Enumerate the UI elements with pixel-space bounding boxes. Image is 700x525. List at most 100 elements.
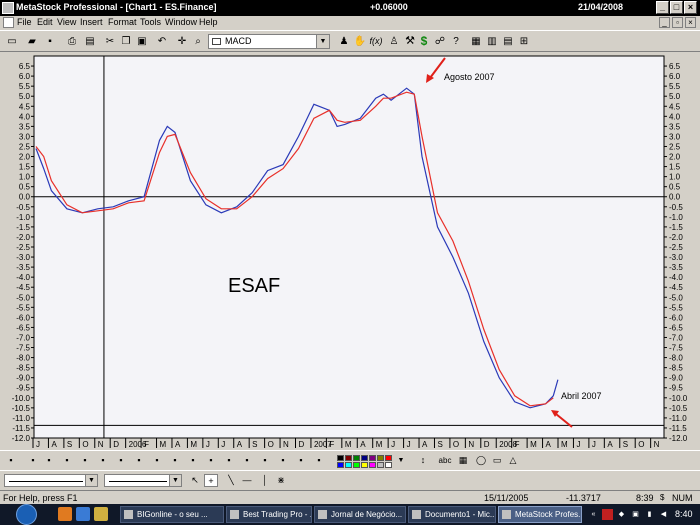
horizontal-line-icon[interactable]: — [240,474,254,487]
copy-icon[interactable]: ❐ [118,34,134,49]
pointer-icon[interactable]: ↖ [188,474,202,487]
chart-tool-2-icon[interactable]: ▪ [26,454,40,467]
network-icon[interactable]: ▣ [630,509,641,520]
save-icon[interactable]: ▪ [42,34,58,49]
chart-tool-icon[interactable]: ▪ [4,454,18,467]
menu-help[interactable]: Help [199,17,218,27]
task-jornal[interactable]: Jornal de Negócio... [314,506,406,523]
explorer-icon[interactable]: ✋ [352,34,368,49]
y-tick-label: -10.5 [12,404,31,413]
x-tick-label: D [484,440,490,449]
system-tester-icon[interactable]: ♙ [386,34,402,49]
print-icon[interactable]: ⎙ [64,34,80,49]
tray-app-icon[interactable]: ◆ [616,509,627,520]
palette-chevron-down-icon[interactable]: ▼ [394,454,408,467]
maximize-button[interactable]: □ [670,1,683,14]
chart-tool-8-icon[interactable]: ▪ [132,454,146,467]
menu-file[interactable]: File [17,17,32,27]
mdi-close-button[interactable]: × [685,17,696,28]
macd-chart[interactable]: 6.56.05.55.04.54.03.53.02.52.01.51.00.50… [0,52,700,450]
chart-tool-11-icon[interactable]: ▪ [186,454,200,467]
triangle-tool-icon[interactable]: △ [506,454,520,467]
print-preview-icon[interactable]: ▤ [82,34,98,49]
task-app-icon [318,510,327,519]
undo-icon[interactable]: ↶ [154,34,170,49]
window-cascade-icon[interactable]: ▦ [468,34,484,49]
tray-chevron-icon[interactable]: « [588,509,599,520]
indicator-builder-icon[interactable]: f(x) [368,34,384,49]
menu-view[interactable]: View [57,17,76,27]
minimize-button[interactable]: _ [656,1,669,14]
chart-tool-12-icon[interactable]: ▪ [204,454,218,467]
folder-icon[interactable] [94,507,108,521]
help-pointer-icon[interactable]: ? [448,34,464,49]
expert-advisor-icon[interactable]: ♟ [336,34,352,49]
ellipse-tool-icon[interactable]: ◯ [474,454,488,467]
window-grid-icon[interactable]: ⊞ [516,34,532,49]
close-button[interactable]: × [684,1,697,14]
line-style-select[interactable]: ▼ [4,474,98,487]
start-button[interactable] [12,504,44,525]
crosshair-tool-icon[interactable]: + [204,474,218,487]
ie-icon[interactable] [76,507,90,521]
document-icon[interactable] [3,17,14,28]
ati-tray-icon[interactable] [602,509,613,520]
new-icon[interactable]: ▭ [4,34,20,49]
chart-tool-15-icon[interactable]: ▪ [258,454,272,467]
chart-tool-5-icon[interactable]: ▪ [78,454,92,467]
line-weight-chevron-down-icon[interactable]: ▼ [169,475,181,486]
chart-tool-13-icon[interactable]: ▪ [222,454,236,467]
power-icon[interactable]: ▮ [644,509,655,520]
chart-tool-9-icon[interactable]: ▪ [150,454,164,467]
chart-tool-3-icon[interactable]: ▪ [42,454,56,467]
chart-tool-4-icon[interactable]: ▪ [60,454,74,467]
grid-tool-icon[interactable]: ▦ [456,454,470,467]
chart-tool-14-icon[interactable]: ▪ [240,454,254,467]
line-style-chevron-down-icon[interactable]: ▼ [85,475,97,486]
open-folder-icon[interactable]: ▰ [24,34,40,49]
menu-tools[interactable]: Tools [140,17,161,27]
dollar-icon[interactable]: $ [416,34,432,49]
menu-edit[interactable]: Edit [37,17,53,27]
y-axis-right: 6.56.05.55.04.54.03.53.02.5 2.01.51.00.50… [664,62,688,443]
text-tool-icon[interactable]: abc [436,454,454,467]
app-icon[interactable] [2,2,14,14]
spin-icon[interactable]: ↕ [416,454,430,467]
task-metastock[interactable]: MetaStock Profes... [498,506,582,523]
menu-insert[interactable]: Insert [80,17,103,27]
task-bigonline[interactable]: BIGonline - o seu ... [120,506,224,523]
trendline-icon[interactable]: ╲ [224,474,238,487]
window-tile-icon[interactable]: ▥ [484,34,500,49]
x-tick-label: M [530,440,537,449]
indicator-select-value: MACD [225,36,252,46]
paste-icon[interactable]: ▣ [134,34,150,49]
window-horizontal-icon[interactable]: ▤ [500,34,516,49]
volume-icon[interactable]: ◀ [658,509,669,520]
task-best-trading[interactable]: Best Trading Pro - ... [226,506,312,523]
chart-tool-6-icon[interactable]: ▪ [96,454,110,467]
menu-window[interactable]: Window [165,17,197,27]
y-tick-label: -6.0 [16,313,30,322]
task-documento1[interactable]: Documento1 - Mic... [408,506,496,523]
rectangle-tool-icon[interactable]: ▭ [490,454,504,467]
chart-tool-7-icon[interactable]: ▪ [114,454,128,467]
mdi-minimize-button[interactable]: _ [659,17,670,28]
chart-tool-17-icon[interactable]: ▪ [294,454,308,467]
chevron-down-icon[interactable]: ▼ [316,35,329,48]
vertical-line-icon[interactable]: │ [258,474,272,487]
zoom-icon[interactable]: ⌕ [190,34,206,49]
chart-tool-16-icon[interactable]: ▪ [276,454,290,467]
menu-format[interactable]: Format [108,17,137,27]
line-weight-select[interactable]: ▼ [104,474,182,487]
binoculars-icon[interactable]: ☍ [432,34,448,49]
mdi-restore-button[interactable]: ▫ [672,17,683,28]
status-date: 15/11/2005 [484,493,529,503]
cycle-lines-icon[interactable]: ⋇ [274,474,288,487]
firefox-icon[interactable] [58,507,72,521]
indicator-select[interactable]: MACD ▼ [208,34,330,49]
chart-tool-10-icon[interactable]: ▪ [168,454,182,467]
chart-tool-18-icon[interactable]: ▪ [312,454,326,467]
cut-icon[interactable]: ✂ [102,34,118,49]
crosshair-icon[interactable]: ✛ [174,34,190,49]
y-tick-label: -1.0 [16,213,30,222]
